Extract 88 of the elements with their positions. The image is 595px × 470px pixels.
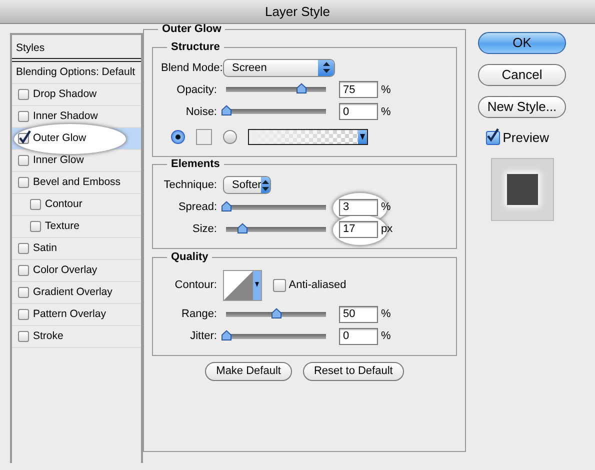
checkbox[interactable] xyxy=(486,130,500,145)
checkbox[interactable] xyxy=(18,89,29,100)
value-field[interactable]: 75 xyxy=(339,81,378,98)
value-field[interactable]: 50 xyxy=(339,306,378,322)
style-row[interactable]: Pattern Overlay xyxy=(12,304,141,326)
color-swatch[interactable] xyxy=(196,128,212,144)
style-item-label[interactable]: Drop Shadow xyxy=(33,86,97,102)
style-row[interactable]: Color Overlay xyxy=(12,260,141,282)
dialog-button[interactable]: OK xyxy=(478,32,566,54)
style-row[interactable]: Texture xyxy=(12,216,141,238)
style-row[interactable]: Blending Options: Default xyxy=(12,62,141,84)
style-item-label[interactable]: Contour xyxy=(45,196,82,212)
value-field[interactable]: 0 xyxy=(339,103,378,120)
radio-button[interactable] xyxy=(223,130,237,144)
field-label: Opacity: xyxy=(176,82,218,98)
style-row[interactable]: Inner Glow xyxy=(12,150,141,172)
slider-thumb[interactable] xyxy=(221,105,232,116)
field-label: Spread: xyxy=(177,200,218,215)
unit-label: % xyxy=(381,104,391,120)
style-item-label[interactable]: Inner Shadow xyxy=(33,108,98,124)
checkbox[interactable] xyxy=(273,278,286,292)
slider-thumb[interactable] xyxy=(221,200,232,212)
slider-thumb[interactable] xyxy=(221,330,232,340)
spinner-icon xyxy=(261,177,270,194)
panel-title: Outer Glow xyxy=(161,24,222,35)
style-item-label[interactable]: Bevel and Emboss xyxy=(33,174,121,190)
checkbox[interactable] xyxy=(30,199,41,210)
list-header: Styles xyxy=(12,35,141,62)
field-label: Contour: xyxy=(174,278,218,293)
unit-label: % xyxy=(381,328,391,344)
section-title: Elements xyxy=(170,159,221,170)
dialog-button[interactable]: Reset to Default xyxy=(302,362,404,380)
checkbox[interactable] xyxy=(30,221,41,232)
slider-thumb[interactable] xyxy=(237,222,248,234)
section-title: Quality xyxy=(170,252,210,263)
style-item-label[interactable]: Pattern Overlay xyxy=(33,306,106,322)
field-label: Technique: xyxy=(162,178,218,193)
spinner-icon xyxy=(318,60,334,76)
style-row[interactable]: Bevel and Emboss xyxy=(12,172,141,194)
dialog-button[interactable]: New Style... xyxy=(478,96,566,118)
checkbox[interactable] xyxy=(18,133,29,144)
field-label: Noise: xyxy=(184,104,218,120)
checkbox[interactable] xyxy=(18,111,29,122)
checkbox[interactable] xyxy=(18,155,29,166)
style-item-label[interactable]: Stroke xyxy=(33,328,64,344)
unit-label: % xyxy=(381,306,391,322)
style-item-label[interactable]: Satin xyxy=(33,240,57,256)
dropdown[interactable]: Softer xyxy=(223,176,271,194)
window-title: Layer Style xyxy=(0,0,595,24)
field-label: Jitter: xyxy=(189,328,218,344)
style-row[interactable]: Gradient Overlay xyxy=(12,282,141,304)
style-item-label[interactable]: Color Overlay xyxy=(33,262,98,278)
dialog-button[interactable]: Make Default xyxy=(205,362,292,380)
style-item-label[interactable]: Gradient Overlay xyxy=(33,284,112,300)
unit-label: % xyxy=(381,200,391,215)
checkbox[interactable] xyxy=(18,177,29,188)
unit-label: px xyxy=(381,222,393,237)
preview-square xyxy=(507,174,538,204)
checkbox[interactable] xyxy=(18,243,29,254)
slider-thumb[interactable] xyxy=(296,83,307,94)
slider-thumb[interactable] xyxy=(271,308,282,318)
style-row[interactable]: Drop Shadow xyxy=(12,84,141,106)
style-item-label[interactable]: Blending Options: Default xyxy=(16,64,136,80)
field-label: Size: xyxy=(192,222,218,237)
style-row[interactable]: Satin xyxy=(12,238,141,260)
checkbox[interactable] xyxy=(18,265,29,276)
dropdown[interactable]: Screen xyxy=(223,58,335,77)
checkbox[interactable] xyxy=(18,331,29,342)
style-row[interactable]: Stroke xyxy=(12,326,141,348)
checkbox[interactable] xyxy=(18,309,29,320)
checkbox[interactable] xyxy=(18,287,29,298)
field-label: Blend Mode: xyxy=(161,60,223,76)
radio-button[interactable] xyxy=(171,130,185,144)
style-row[interactable]: Contour xyxy=(12,194,141,216)
value-field[interactable]: 17 xyxy=(339,220,378,238)
value-field[interactable]: 3 xyxy=(339,198,378,216)
checkbox-label: Anti-aliased xyxy=(288,278,346,293)
dialog-button[interactable]: Cancel xyxy=(478,64,566,86)
contour-picker[interactable] xyxy=(223,270,262,300)
gradient-picker[interactable] xyxy=(248,128,368,144)
style-item-label[interactable]: Outer Glow xyxy=(33,130,86,146)
checkbox-label: Preview xyxy=(502,129,549,147)
unit-label: % xyxy=(381,82,391,98)
section-title: Structure xyxy=(170,42,221,53)
value-field[interactable]: 0 xyxy=(339,328,378,344)
style-item-label[interactable]: Texture xyxy=(45,218,80,234)
style-item-label[interactable]: Inner Glow xyxy=(33,152,84,168)
field-label: Range: xyxy=(180,306,218,322)
